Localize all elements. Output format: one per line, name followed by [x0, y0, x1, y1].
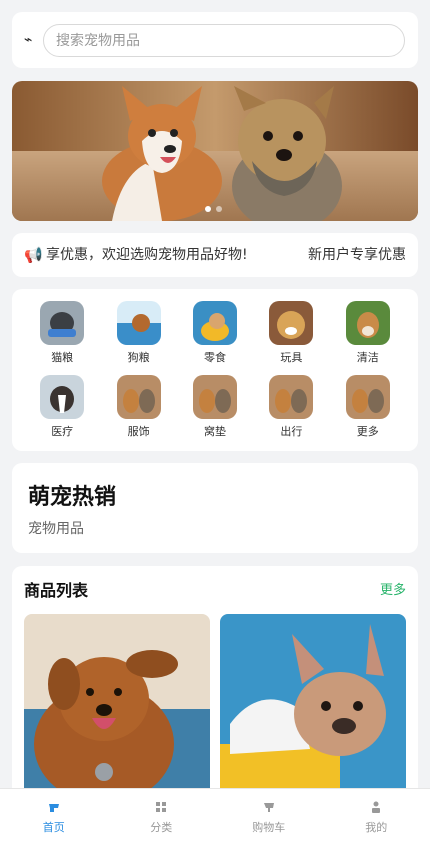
tab-label: 首页: [42, 821, 65, 834]
category-snacks[interactable]: 零食: [177, 301, 253, 365]
hot-sale-subtitle: 宠物用品: [28, 521, 84, 537]
product-list: 商品列表 更多: [12, 566, 418, 806]
tab-label: 购物车: [252, 821, 286, 834]
category-label: 玩具: [280, 351, 303, 364]
hot-sale-card[interactable]: 萌宠热销 宠物用品: [12, 463, 418, 553]
banner-carousel[interactable]: [12, 81, 418, 221]
tab-profile[interactable]: 我的: [323, 789, 430, 844]
scan-icon[interactable]: ⌁: [24, 31, 38, 49]
notice-bar[interactable]: 📢 专享优惠，欢迎选购宠物用品好物! 新用户专享优惠: [12, 233, 418, 277]
cleaning-image: [345, 301, 390, 345]
banner-dot[interactable]: [205, 206, 211, 212]
banner-dot[interactable]: [216, 206, 222, 212]
category-clothing[interactable]: 服饰: [100, 375, 176, 439]
product-list-more-link[interactable]: 更多: [380, 582, 406, 600]
grid-icon: [156, 802, 167, 812]
home-icon: [48, 804, 59, 812]
search-input[interactable]: [44, 25, 404, 56]
tab-label: 我的: [365, 821, 388, 834]
category-label: 猫粮: [51, 351, 74, 364]
category-cleaning[interactable]: 清洁: [330, 301, 406, 365]
category-label: 零食: [203, 351, 226, 364]
category-label: 更多: [356, 425, 379, 438]
category-dog-food[interactable]: 狗粮: [100, 301, 176, 365]
category-more[interactable]: 更多: [330, 375, 406, 439]
tab-cart[interactable]: 购物车: [215, 789, 323, 844]
user-icon: [372, 801, 381, 813]
tab-home[interactable]: 首页: [0, 789, 108, 844]
bottom-tab-bar: 首页 分类 购物车 我的: [0, 788, 430, 844]
tab-category[interactable]: 分类: [108, 789, 216, 844]
product-list-title: 商品列表: [24, 581, 89, 600]
bedding-image: [192, 375, 237, 419]
search-box[interactable]: [43, 24, 405, 57]
category-label: 出行: [280, 425, 303, 438]
dog-food-image: [116, 301, 161, 345]
category-grid: 猫粮 狗粮 零食 玩具 清洁 医疗 服饰 窝垫 出行 更多: [12, 289, 418, 451]
category-cat-food[interactable]: 猫粮: [24, 301, 100, 365]
banner-image: [12, 81, 418, 221]
toys-image: [269, 301, 314, 345]
megaphone-icon: 📢: [24, 246, 43, 264]
category-label: 窝垫: [203, 425, 226, 438]
banner-indicator: [205, 206, 222, 212]
cat-food-image: [40, 301, 85, 345]
clothing-image: [116, 375, 161, 419]
category-medical[interactable]: 医疗: [24, 375, 100, 439]
product-card[interactable]: [220, 614, 406, 804]
hot-sale-title: 萌宠热销: [28, 485, 117, 510]
notice-text: 专享优惠，欢迎选购宠物用品好物!: [46, 246, 306, 264]
category-label: 服饰: [127, 425, 150, 438]
cart-icon: [263, 803, 274, 812]
category-label: 医疗: [51, 425, 74, 438]
category-label: 清洁: [356, 351, 379, 364]
search-card: ⌁: [12, 12, 418, 68]
snacks-image: [192, 301, 237, 345]
product-card[interactable]: [24, 614, 210, 804]
category-toys[interactable]: 玩具: [253, 301, 329, 365]
more-image: [345, 375, 390, 419]
notice-promo[interactable]: 新用户专享优惠: [308, 246, 406, 264]
category-bedding[interactable]: 窝垫: [177, 375, 253, 439]
category-label: 狗粮: [127, 351, 150, 364]
travel-image: [269, 375, 314, 419]
medical-image: [40, 375, 85, 419]
notice-message: 专享优惠，欢迎选购宠物用品好物!: [46, 247, 248, 263]
category-travel[interactable]: 出行: [253, 375, 329, 439]
tab-label: 分类: [150, 821, 173, 834]
